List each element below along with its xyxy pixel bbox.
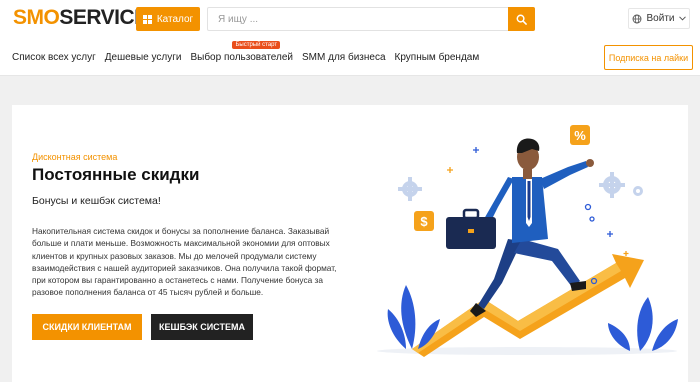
search-icon — [516, 14, 527, 25]
svg-text:$: $ — [420, 214, 428, 229]
site-header: SMOSERVICE Каталог Войти Список всех усл… — [0, 0, 700, 76]
nav-item-smm-business[interactable]: SMM для бизнеса — [302, 52, 386, 63]
gear-icon — [599, 172, 643, 198]
catalog-button-label: Каталог — [156, 13, 194, 25]
subscribe-likes-button[interactable]: Подписка на лайки — [604, 45, 693, 70]
main-nav: Список всех услуг Дешевые услуги Выбор п… — [12, 41, 488, 63]
login-button[interactable]: Войти — [628, 8, 690, 29]
search-bar — [207, 7, 535, 31]
nav-item-users-choice[interactable]: Выбор пользователей Быстрый старт — [190, 41, 294, 63]
hero-title: Постоянные скидки — [32, 165, 200, 184]
chevron-down-icon — [679, 16, 687, 21]
discount-hero-card: Дисконтная система Постоянные скидки Бон… — [12, 105, 688, 382]
grid-icon — [142, 14, 152, 24]
quick-start-badge: Быстрый старт — [232, 41, 281, 49]
search-button[interactable] — [508, 7, 535, 31]
logo-part-service: SERVICE — [59, 6, 148, 29]
hero-eyebrow: Дисконтная система — [32, 152, 118, 162]
gear-icon — [398, 177, 422, 201]
businessman-illustration: % $ — [377, 125, 678, 357]
nav-item-big-brands[interactable]: Крупным брендам — [395, 52, 480, 63]
cashback-system-button[interactable]: КЕШБЭК СИСТЕМА — [151, 314, 253, 340]
right-plant — [608, 297, 678, 351]
nav-item-all-services[interactable]: Список всех услуг — [12, 52, 96, 63]
login-button-label: Войти — [646, 13, 675, 24]
client-discounts-button[interactable]: СКИДКИ КЛИЕНТАМ — [32, 314, 142, 340]
svg-text:%: % — [574, 128, 586, 143]
percent-icon: % — [570, 125, 590, 145]
dollar-icon: $ — [414, 211, 434, 231]
search-input[interactable] — [208, 8, 508, 30]
hero-description: Накопительная система скидок и бонусы за… — [32, 226, 337, 298]
globe-icon — [632, 14, 641, 23]
hero-subtitle: Бонусы и кешбэк система! — [32, 195, 161, 207]
growth-arrow — [412, 254, 644, 357]
logo-part-smo: SMO — [13, 6, 60, 29]
nav-item-users-choice-label: Выбор пользователей — [190, 52, 294, 63]
catalog-button[interactable]: Каталог — [136, 7, 200, 31]
nav-item-cheap-services[interactable]: Дешевые услуги — [105, 52, 182, 63]
logo[interactable]: SMOSERVICE — [13, 6, 148, 30]
